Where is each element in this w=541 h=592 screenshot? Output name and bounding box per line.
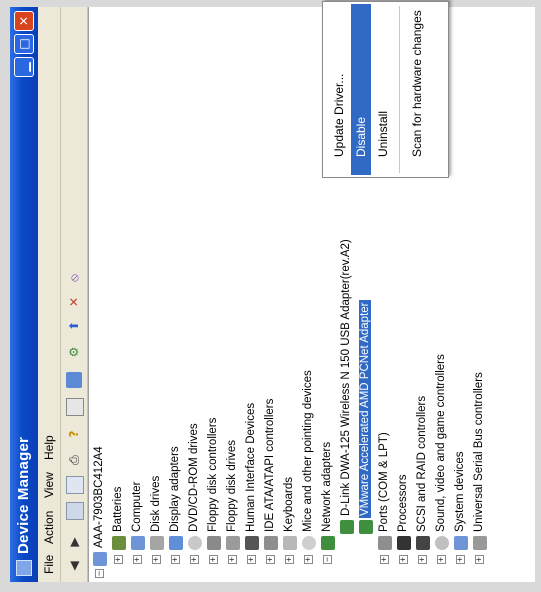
expand-icon[interactable]: + (151, 555, 161, 564)
display-adapter-icon (169, 536, 183, 550)
system-devices-icon (454, 536, 468, 550)
console-tree-icon[interactable] (66, 476, 84, 494)
device-tree: − AAA-7903BC412A4 + Batteries + Computer… (88, 7, 535, 582)
expand-icon[interactable]: + (227, 555, 237, 564)
menu-bar: File Action View Help (38, 7, 61, 582)
usb-controller-icon (473, 536, 487, 550)
expand-icon[interactable]: + (113, 555, 123, 564)
scan-hardware-icon[interactable]: ⚙ (66, 344, 82, 360)
menu-file[interactable]: File (42, 555, 56, 574)
computer-icon (93, 552, 107, 566)
close-button[interactable]: ✕ (14, 11, 34, 31)
processor-icon (397, 536, 411, 550)
collapse-icon[interactable]: − (94, 569, 104, 578)
help-icon[interactable]: ? (66, 426, 82, 442)
battery-icon (112, 536, 126, 550)
collapse-icon[interactable]: − (322, 555, 332, 564)
refresh-icon[interactable] (66, 372, 82, 388)
disable-menu-item[interactable]: Disable (351, 4, 371, 175)
expand-icon[interactable]: + (265, 555, 275, 564)
toolbar: ◀ ▶ ⎙ ? ⚙ ⬆ ✕ ⦸ (61, 7, 88, 582)
computer-icon (131, 536, 145, 550)
ide-controller-icon (264, 536, 278, 550)
device-manager-icon (16, 560, 32, 576)
floppy-controller-icon (207, 536, 221, 550)
device-manager-window: Device Manager ▁ □ ✕ File Action View He… (10, 7, 535, 582)
scsi-controller-icon (416, 536, 430, 550)
expand-icon[interactable]: + (189, 555, 199, 564)
menu-separator (399, 6, 400, 173)
expand-icon[interactable]: + (436, 555, 446, 564)
expand-icon[interactable]: + (132, 555, 142, 564)
disk-drive-icon (150, 536, 164, 550)
floppy-drive-icon (226, 536, 240, 550)
minimize-button[interactable]: ▁ (14, 57, 34, 77)
expand-icon[interactable]: + (379, 555, 389, 564)
print-icon[interactable]: ⎙ (66, 452, 82, 468)
back-arrow-icon[interactable]: ◀ (66, 558, 82, 574)
scan-hardware-menu-item[interactable]: Scan for hardware changes (407, 4, 427, 175)
mouse-icon (302, 536, 316, 550)
network-adapter-icon (321, 536, 335, 550)
network-adapter-icon (340, 520, 354, 534)
uninstall-menu-item[interactable]: Uninstall (373, 4, 393, 175)
expand-icon[interactable]: + (303, 555, 313, 564)
expand-icon[interactable]: + (246, 555, 256, 564)
update-driver-menu-item[interactable]: Update Driver... (329, 4, 349, 175)
expand-icon[interactable]: + (417, 555, 427, 564)
disable-icon[interactable]: ⦸ (66, 270, 82, 286)
expand-icon[interactable]: + (208, 555, 218, 564)
menu-view[interactable]: View (42, 472, 56, 498)
context-menu: Update Driver... Disable Uninstall Scan … (322, 1, 449, 178)
console-icon[interactable] (66, 398, 84, 416)
uninstall-icon[interactable]: ✕ (66, 294, 82, 310)
window-title: Device Manager (15, 436, 32, 554)
forward-arrow-icon[interactable]: ▶ (66, 534, 82, 550)
menu-action[interactable]: Action (42, 511, 56, 544)
maximize-button[interactable]: □ (14, 34, 34, 54)
network-adapter-icon (359, 520, 373, 534)
hid-icon (245, 536, 259, 550)
title-bar[interactable]: Device Manager ▁ □ ✕ (10, 7, 38, 582)
expand-icon[interactable]: + (398, 555, 408, 564)
expand-icon[interactable]: + (474, 555, 484, 564)
menu-help[interactable]: Help (42, 435, 56, 460)
expand-icon[interactable]: + (170, 555, 180, 564)
keyboard-icon (283, 536, 297, 550)
expand-icon[interactable]: + (284, 555, 294, 564)
dvd-drive-icon (188, 536, 202, 550)
properties-icon[interactable] (66, 502, 84, 520)
port-icon (378, 536, 392, 550)
update-driver-icon[interactable]: ⬆ (66, 318, 82, 334)
expand-icon[interactable]: + (455, 555, 465, 564)
sound-icon (435, 536, 449, 550)
